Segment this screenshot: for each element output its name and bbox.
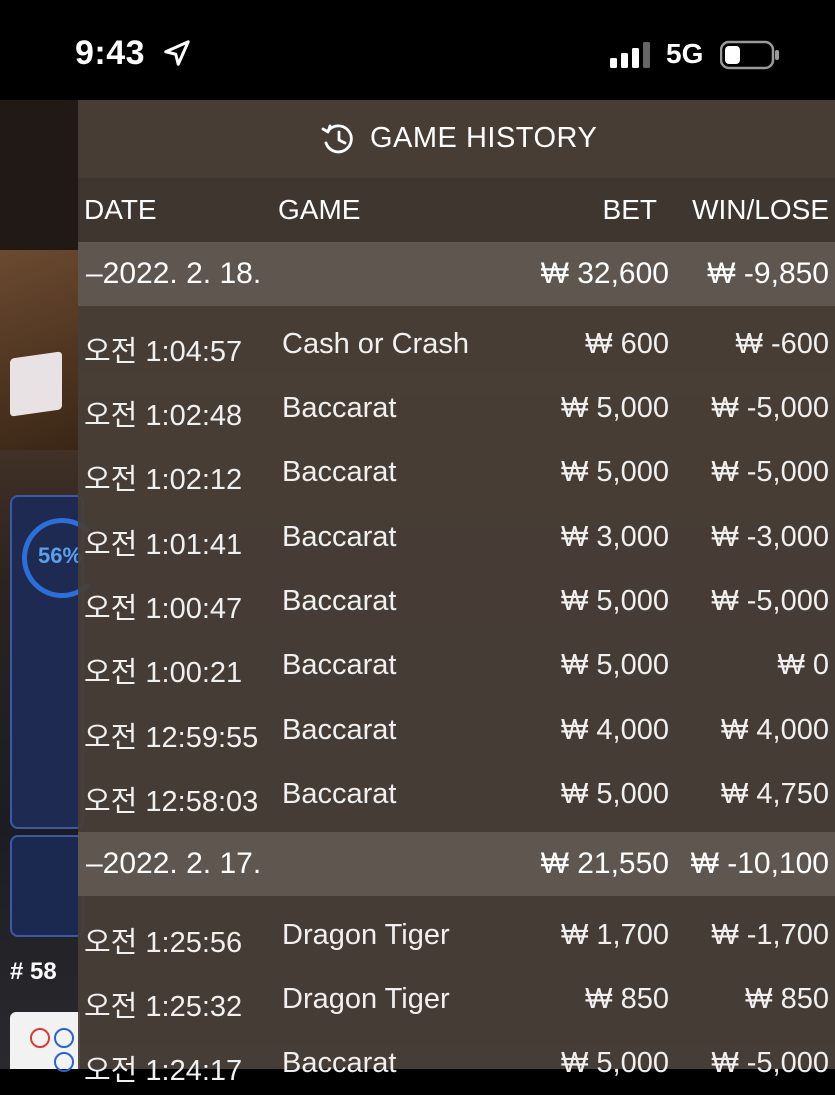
date-group-header[interactable]: –2022. 2. 18. ₩ 32,600 ₩ -9,850 bbox=[78, 242, 835, 306]
panel-title: GAME HISTORY bbox=[370, 122, 598, 154]
row-time: 오전 1:24:17 bbox=[84, 1055, 243, 1087]
date-group-header[interactable]: –2022. 2. 17. ₩ 21,550 ₩ -10,100 bbox=[78, 832, 835, 896]
row-time: 오전 12:58:03 bbox=[84, 786, 259, 818]
history-row[interactable]: 오전 1:00:47 Baccarat ₩ 5,000 ₩ -5,000 bbox=[78, 569, 835, 633]
group-date: –2022. 2. 17. bbox=[86, 847, 262, 880]
history-row[interactable]: 오전 1:01:41 Baccarat ₩ 3,000 ₩ -3,000 bbox=[78, 505, 835, 569]
row-game: Dragon Tiger bbox=[282, 919, 450, 951]
row-time: 오전 12:59:55 bbox=[84, 722, 259, 754]
row-bet: ₩ 5,000 bbox=[561, 585, 669, 617]
row-bet: ₩ 3,000 bbox=[561, 521, 669, 553]
row-bet: ₩ 850 bbox=[585, 983, 669, 1015]
history-row[interactable]: 오전 12:59:55 Baccarat ₩ 4,000 ₩ 4,000 bbox=[78, 698, 835, 762]
row-game: Baccarat bbox=[282, 456, 397, 488]
row-game: Baccarat bbox=[282, 778, 397, 810]
row-game: Baccarat bbox=[282, 585, 397, 617]
row-bet: ₩ 1,700 bbox=[561, 919, 669, 951]
progress-percent: 56% bbox=[38, 543, 83, 568]
background-table bbox=[0, 250, 80, 450]
history-row[interactable]: 오전 1:04:57 Cash or Crash ₩ 600 ₩ -600 bbox=[78, 312, 835, 376]
row-game: Dragon Tiger bbox=[282, 983, 450, 1015]
row-win-lose: ₩ -600 bbox=[735, 328, 829, 360]
history-row[interactable]: 오전 1:24:17 Baccarat ₩ 5,000 ₩ -5,000 bbox=[78, 1031, 835, 1095]
round-number: # 58 bbox=[10, 958, 57, 985]
row-bet: ₩ 5,000 bbox=[561, 392, 669, 424]
row-game: Baccarat bbox=[282, 392, 397, 424]
column-header-date: DATE bbox=[84, 194, 157, 225]
history-row[interactable]: 오전 1:25:32 Dragon Tiger ₩ 850 ₩ 850 bbox=[78, 967, 835, 1031]
row-bet: ₩ 4,000 bbox=[561, 714, 669, 746]
row-win-lose: ₩ -5,000 bbox=[711, 1047, 829, 1079]
game-history-panel[interactable]: GAME HISTORY DATE GAME BET WIN/LOSE –202… bbox=[78, 100, 835, 1087]
row-time: 오전 1:02:48 bbox=[84, 400, 243, 432]
column-header-row: DATE GAME BET WIN/LOSE bbox=[78, 178, 835, 242]
group-date: –2022. 2. 18. bbox=[86, 257, 262, 290]
row-time: 오전 1:25:56 bbox=[84, 927, 243, 959]
road-marker-icon bbox=[54, 1052, 74, 1072]
history-row[interactable]: 오전 1:25:56 Dragon Tiger ₩ 1,700 ₩ -1,700 bbox=[78, 903, 835, 967]
row-win-lose: ₩ 4,000 bbox=[721, 714, 829, 746]
row-win-lose: ₩ 0 bbox=[777, 649, 829, 681]
row-win-lose: ₩ -5,000 bbox=[711, 585, 829, 617]
row-time: 오전 1:00:47 bbox=[84, 593, 243, 625]
row-bet: ₩ 5,000 bbox=[561, 649, 669, 681]
row-game: Baccarat bbox=[282, 649, 397, 681]
row-game: Cash or Crash bbox=[282, 328, 469, 360]
row-time: 오전 1:04:57 bbox=[84, 336, 243, 368]
group-win-lose-total: ₩ -10,100 bbox=[690, 847, 829, 880]
group-bet-total: ₩ 21,550 bbox=[540, 847, 669, 880]
row-bet: ₩ 600 bbox=[585, 328, 669, 360]
row-win-lose: ₩ 850 bbox=[745, 983, 829, 1015]
column-header-game: GAME bbox=[278, 194, 361, 225]
row-time: 오전 1:25:32 bbox=[84, 991, 243, 1023]
row-game: Baccarat bbox=[282, 1047, 397, 1079]
row-win-lose: ₩ -5,000 bbox=[711, 456, 829, 488]
scoreboard-road bbox=[10, 1012, 80, 1072]
column-header-bet: BET bbox=[602, 194, 657, 225]
row-game: Baccarat bbox=[282, 521, 397, 553]
row-win-lose: ₩ -5,000 bbox=[711, 392, 829, 424]
row-bet: ₩ 5,000 bbox=[561, 778, 669, 810]
group-bet-total: ₩ 32,600 bbox=[540, 257, 669, 290]
history-row[interactable]: 오전 12:58:03 Baccarat ₩ 5,000 ₩ 4,750 bbox=[78, 762, 835, 826]
clock-time: 9:43 bbox=[75, 34, 146, 72]
panel-header: GAME HISTORY bbox=[78, 100, 835, 178]
row-win-lose: ₩ -1,700 bbox=[711, 919, 829, 951]
row-time: 오전 1:01:41 bbox=[84, 529, 243, 561]
column-header-win-lose: WIN/LOSE bbox=[692, 194, 829, 225]
row-bet: ₩ 5,000 bbox=[561, 456, 669, 488]
history-row[interactable]: 오전 1:02:48 Baccarat ₩ 5,000 ₩ -5,000 bbox=[78, 376, 835, 440]
cellular-signal-icon bbox=[610, 42, 650, 68]
history-clock-icon bbox=[321, 124, 353, 154]
background-card-shoe bbox=[10, 351, 62, 417]
road-marker-icon bbox=[54, 1028, 74, 1048]
battery-icon bbox=[720, 40, 779, 70]
network-type: 5G bbox=[666, 38, 704, 69]
road-marker-icon bbox=[30, 1028, 50, 1048]
row-bet: ₩ 5,000 bbox=[561, 1047, 669, 1079]
row-game: Baccarat bbox=[282, 714, 397, 746]
history-row[interactable]: 오전 1:02:12 Baccarat ₩ 5,000 ₩ -5,000 bbox=[78, 440, 835, 504]
history-row[interactable]: 오전 1:00:21 Baccarat ₩ 5,000 ₩ 0 bbox=[78, 633, 835, 697]
row-time: 오전 1:00:21 bbox=[84, 657, 243, 689]
row-win-lose: ₩ -3,000 bbox=[711, 521, 829, 553]
location-arrow-icon bbox=[164, 40, 190, 66]
status-bar: 9:43 5G bbox=[0, 0, 835, 100]
background-bet-panel-2 bbox=[10, 835, 84, 937]
group-win-lose-total: ₩ -9,850 bbox=[707, 257, 829, 290]
row-time: 오전 1:02:12 bbox=[84, 464, 243, 496]
row-win-lose: ₩ 4,750 bbox=[721, 778, 829, 810]
